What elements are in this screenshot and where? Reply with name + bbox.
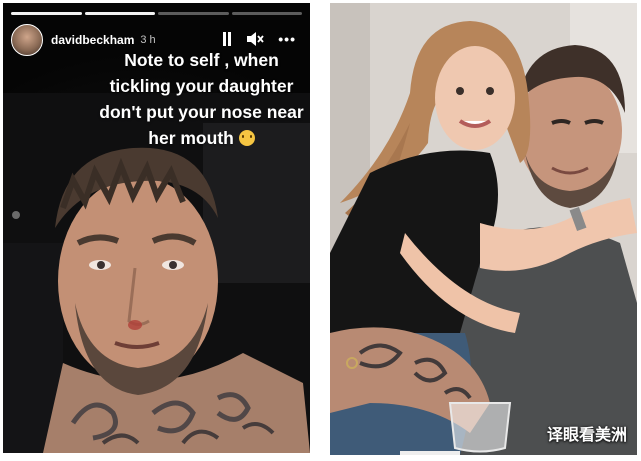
post-time: 3 h: [140, 34, 156, 46]
watermark: 译眼看美洲: [546, 425, 627, 444]
panel-divider: [316, 0, 326, 461]
story-caption: Note to self , when tickling your daught…: [89, 47, 310, 151]
story-progress-bar: [11, 12, 302, 15]
side-dot-indicator: [12, 211, 20, 219]
instagram-story: davidbeckham 3 h ••• Note to self , when…: [3, 3, 310, 453]
avatar[interactable]: [11, 24, 43, 56]
caption-line: don't put your nose near: [99, 102, 304, 122]
caption-line-last: her mouth: [89, 125, 310, 151]
progress-segment: [231, 12, 302, 15]
hug-photo: [330, 3, 637, 455]
progress-segment: [11, 12, 82, 15]
story-controls: •••: [222, 31, 296, 47]
pause-icon[interactable]: [222, 32, 232, 46]
grinning-emoji-icon: [238, 130, 255, 146]
progress-segment: [84, 12, 155, 15]
family-photo: 译眼看美洲: [330, 3, 637, 455]
more-options-icon[interactable]: •••: [278, 32, 296, 46]
caption-line: her mouth: [148, 128, 234, 148]
caption-line: tickling your daughter: [109, 76, 294, 96]
speaker-muted-icon[interactable]: [246, 31, 264, 47]
caption-line: Note to self , when: [124, 50, 279, 70]
progress-segment: [158, 12, 229, 15]
username[interactable]: davidbeckham: [51, 33, 134, 47]
